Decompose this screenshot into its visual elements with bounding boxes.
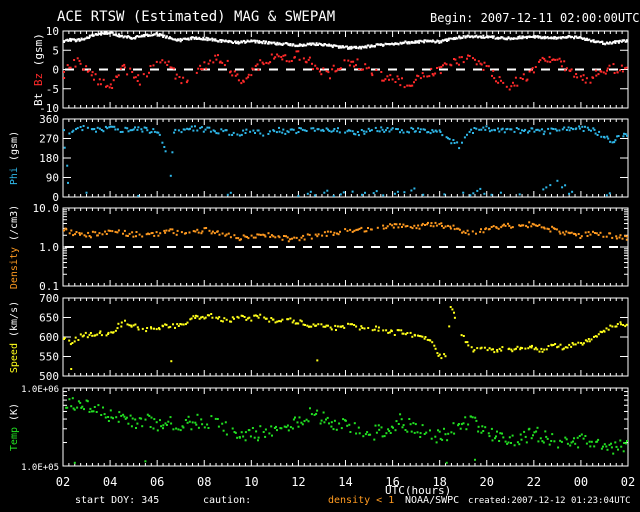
x-tick-label: 22 bbox=[527, 475, 541, 489]
footer-created-timestamp: created:2007-12-12 01:23:04UTC bbox=[468, 496, 631, 506]
footer-caution-value: density < 1 bbox=[328, 495, 395, 506]
y-tick-label: -5 bbox=[46, 83, 59, 96]
series-density bbox=[63, 221, 628, 243]
y-tick-label: 1.0E+05 bbox=[21, 463, 59, 473]
y-axis-label-density: Density (/cm3) bbox=[9, 205, 20, 289]
y-tick-label: 10 bbox=[46, 25, 59, 38]
panel-bt-bz: 1050-5-10Bt Bz (gsm) bbox=[32, 25, 629, 115]
footer-caution-label: caution: bbox=[203, 495, 252, 506]
x-tick-label: 10 bbox=[244, 475, 258, 489]
y-tick-label: 600 bbox=[39, 331, 59, 344]
chart-canvas: 1050-5-10Bt Bz (gsm)360270180900Phi (gsm… bbox=[9, 25, 635, 489]
x-tick-label: 20 bbox=[480, 475, 494, 489]
panel-speed: 700 650 600 550 500 Speed (km/s) bbox=[9, 292, 629, 383]
x-tick-label: 02 bbox=[56, 475, 70, 489]
x-axis-tick-labels: 02 04 06 08 10 12 14 16 18 20 22 00 02 bbox=[56, 475, 635, 489]
y-axis-label-temp: Temp (K) bbox=[9, 403, 20, 451]
y-tick-label: 270 bbox=[39, 133, 59, 146]
x-tick-label: 00 bbox=[574, 475, 588, 489]
panel-density: 10.01.00.1Density (/cm3) bbox=[9, 202, 629, 293]
y-tick-label: 90 bbox=[46, 172, 59, 185]
y-tick-label: 650 bbox=[39, 312, 59, 325]
series-temp bbox=[65, 397, 628, 464]
y-tick-label: 5 bbox=[52, 44, 59, 57]
x-tick-label: 08 bbox=[197, 475, 211, 489]
y-tick-label: 1.0E+06 bbox=[21, 385, 59, 395]
x-tick-label: 02 bbox=[621, 475, 635, 489]
series-phi bbox=[63, 125, 628, 184]
y-tick-label: 550 bbox=[39, 351, 59, 364]
y-axis-label-bt-bz: Bt Bz (gsm) bbox=[32, 33, 45, 106]
panel-temp: 1.0E+06 1.0E+05 Temp (K) bbox=[9, 385, 629, 473]
y-tick-label: 360 bbox=[39, 113, 59, 126]
x-tick-label: 12 bbox=[291, 475, 305, 489]
series-speed bbox=[63, 306, 628, 370]
x-tick-label: 14 bbox=[338, 475, 352, 489]
footer-agency: NOAA/SWPC bbox=[405, 495, 460, 506]
extra-points-phi bbox=[85, 179, 611, 197]
x-tick-label: 04 bbox=[103, 475, 117, 489]
y-tick-label: 700 bbox=[39, 292, 59, 305]
y-tick-label: 1.0 bbox=[39, 241, 59, 254]
y-axis-label-speed: Speed (km/s) bbox=[9, 301, 20, 373]
y-tick-label: 500 bbox=[39, 370, 59, 383]
footer-start-doy: start DOY: 345 bbox=[75, 495, 160, 506]
y-tick-label: 0 bbox=[52, 64, 59, 77]
ace-rtsw-swepam-plot: ACE RTSW (Estimated) MAG & SWEPAM Begin:… bbox=[0, 0, 640, 512]
y-tick-label: 180 bbox=[39, 152, 59, 165]
y-axis-label-phi: Phi (gsm) bbox=[9, 131, 20, 185]
y-tick-label: 10.0 bbox=[33, 202, 60, 215]
x-tick-label: 06 bbox=[150, 475, 164, 489]
panel-phi: 360270180900Phi (gsm) bbox=[9, 113, 629, 204]
